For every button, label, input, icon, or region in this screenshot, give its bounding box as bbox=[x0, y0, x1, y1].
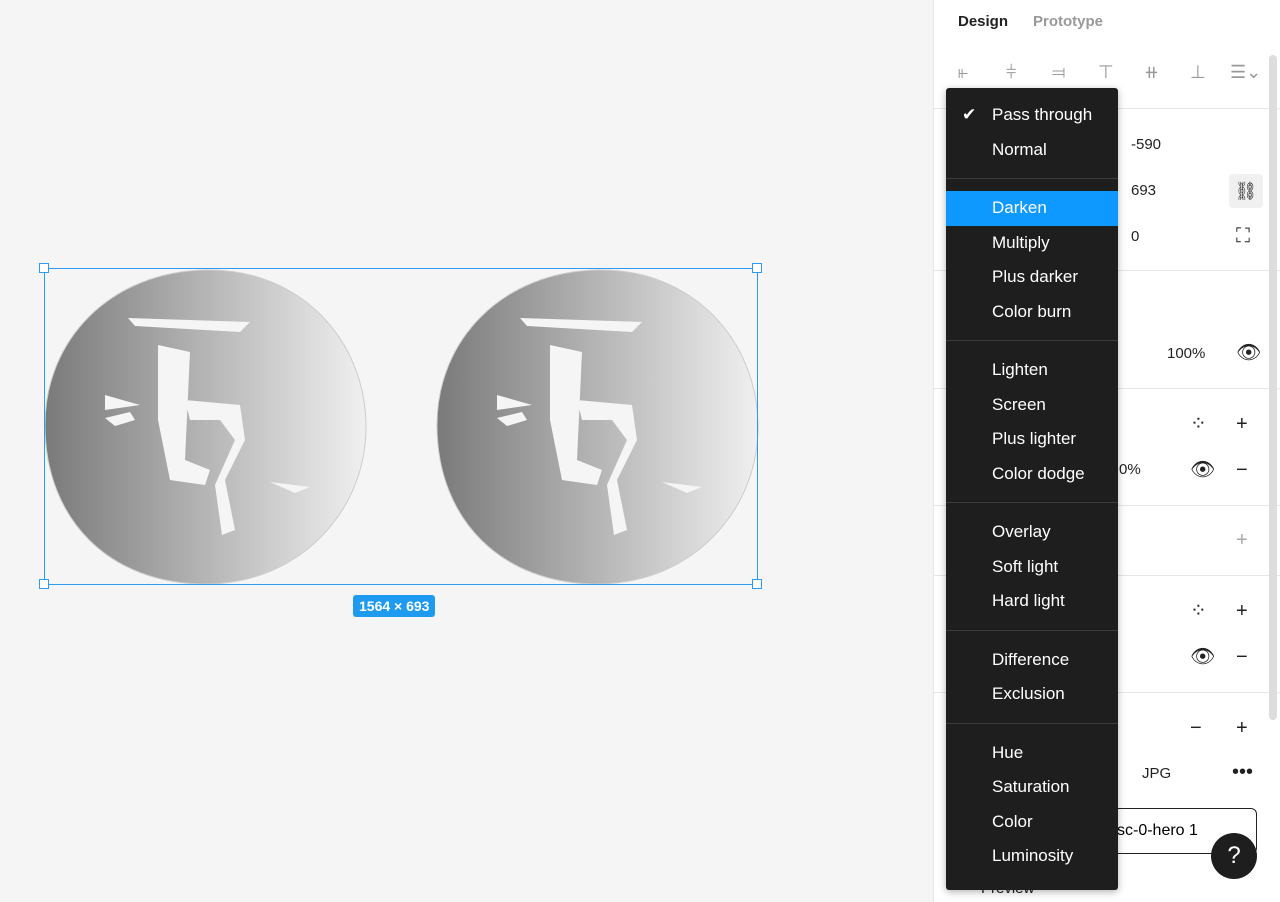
tab-prototype[interactable]: Prototype bbox=[1033, 13, 1103, 30]
menu-separator bbox=[946, 340, 1118, 341]
layer-opacity-field[interactable]: 100% bbox=[1167, 345, 1205, 362]
menu-item-lighten[interactable]: Lighten bbox=[946, 353, 1118, 388]
menu-separator bbox=[946, 629, 1118, 631]
menu-item-label: Hue bbox=[992, 742, 1024, 762]
menu-item-hard-light[interactable]: Hard light bbox=[946, 584, 1118, 619]
menu-item-label: Exclusion bbox=[992, 684, 1065, 703]
menu-separator bbox=[946, 178, 1118, 179]
menu-separator bbox=[946, 722, 1118, 724]
menu-item-label: Lighten bbox=[992, 360, 1048, 379]
clip-content-icon[interactable]: ⛶ bbox=[1236, 226, 1250, 246]
menu-item-label: Color burn bbox=[992, 301, 1072, 321]
menu-item-darken[interactable]: Darken bbox=[946, 191, 1118, 226]
resize-handle[interactable] bbox=[39, 579, 49, 589]
menu-item-color-dodge[interactable]: Color dodge bbox=[946, 457, 1118, 492]
align-top-icon[interactable]: ⊤ bbox=[1098, 62, 1114, 83]
resize-handle[interactable] bbox=[752, 579, 762, 589]
resize-handle[interactable] bbox=[752, 263, 762, 273]
add-effect-icon[interactable]: + bbox=[1236, 601, 1248, 621]
remove-fill-icon[interactable]: − bbox=[1236, 460, 1248, 480]
menu-item-normal[interactable]: Normal bbox=[946, 133, 1118, 168]
menu-item-color-burn[interactable]: Color burn bbox=[946, 295, 1118, 330]
height-field[interactable]: 693 bbox=[1131, 182, 1156, 199]
selection-box[interactable] bbox=[44, 268, 758, 585]
menu-item-difference[interactable]: Difference bbox=[946, 643, 1118, 678]
align-right-icon[interactable]: ⫤ bbox=[1052, 62, 1066, 83]
canvas[interactable]: 1564 × 693 bbox=[0, 0, 933, 902]
menu-item-plus-lighter[interactable]: Plus lighter bbox=[946, 422, 1118, 457]
y-field[interactable]: -590 bbox=[1131, 136, 1161, 153]
align-center-h-icon[interactable]: ⫩ bbox=[1006, 62, 1016, 83]
menu-item-label: Saturation bbox=[992, 777, 1070, 796]
menu-item-label: Color bbox=[992, 811, 1033, 831]
tab-design[interactable]: Design bbox=[958, 13, 1008, 30]
selection-size-badge: 1564 × 693 bbox=[353, 595, 436, 617]
scrollbar[interactable] bbox=[1269, 55, 1277, 720]
eye-icon[interactable]: 👁 bbox=[1190, 647, 1215, 667]
export-format-select[interactable]: JPG bbox=[1142, 765, 1171, 782]
menu-item-luminosity[interactable]: Luminosity bbox=[946, 839, 1118, 874]
menu-item-label: Hard light bbox=[992, 591, 1065, 610]
checkmark-icon: ✔ bbox=[962, 105, 977, 124]
menu-item-plus-darker[interactable]: Plus darker bbox=[946, 260, 1118, 295]
remove-effect-icon[interactable]: − bbox=[1236, 647, 1248, 667]
menu-item-label: Normal bbox=[992, 139, 1047, 159]
menu-item-label: Color dodge bbox=[992, 463, 1085, 483]
menu-item-label: Difference bbox=[992, 649, 1070, 669]
menu-item-label: Overlay bbox=[992, 522, 1051, 541]
menu-item-label: Multiply bbox=[992, 232, 1050, 252]
rotation-field[interactable]: 0 bbox=[1131, 228, 1139, 245]
add-export-icon[interactable]: + bbox=[1236, 718, 1248, 738]
menu-item-label: Luminosity bbox=[992, 846, 1074, 865]
menu-item-exclusion[interactable]: Exclusion bbox=[946, 677, 1118, 712]
menu-item-label: Soft light bbox=[992, 556, 1059, 576]
align-middle-v-icon[interactable]: ⧺ bbox=[1144, 62, 1159, 83]
blend-mode-menu: ✔ Pass through Normal Darken Multiply Plus da… bbox=[946, 88, 1118, 890]
styles-grid-icon[interactable]: ⁘ bbox=[1190, 601, 1207, 621]
menu-item-multiply[interactable]: Multiply bbox=[946, 226, 1118, 261]
eye-icon[interactable]: 👁 bbox=[1236, 343, 1261, 363]
more-options-icon[interactable]: ••• bbox=[1232, 762, 1253, 782]
styles-grid-icon[interactable]: ⁘ bbox=[1190, 414, 1207, 434]
menu-item-label: Pass through bbox=[992, 105, 1093, 124]
menu-item-label: Plus darker bbox=[992, 267, 1078, 286]
resize-handle[interactable] bbox=[39, 263, 49, 273]
menu-item-label: Darken bbox=[992, 198, 1047, 217]
menu-item-hue[interactable]: Hue bbox=[946, 736, 1118, 771]
menu-item-soft-light[interactable]: Soft light bbox=[946, 550, 1118, 585]
fill-opacity-field[interactable]: 0% bbox=[1119, 461, 1141, 478]
menu-item-color[interactable]: Color bbox=[946, 805, 1118, 840]
menu-item-pass-through[interactable]: ✔ Pass through bbox=[946, 98, 1118, 133]
distribute-icon[interactable]: ☰⌄ bbox=[1230, 62, 1261, 83]
eye-icon[interactable]: 👁 bbox=[1190, 460, 1215, 480]
menu-item-screen[interactable]: Screen bbox=[946, 388, 1118, 423]
align-bottom-icon[interactable]: ⊥ bbox=[1190, 62, 1206, 83]
menu-separator bbox=[946, 502, 1118, 503]
add-stroke-icon[interactable]: + bbox=[1236, 530, 1248, 550]
menu-item-label: Screen bbox=[992, 394, 1046, 414]
add-fill-icon[interactable]: + bbox=[1236, 414, 1248, 434]
menu-item-label: Plus lighter bbox=[992, 429, 1077, 448]
menu-item-saturation[interactable]: Saturation bbox=[946, 770, 1118, 805]
help-button[interactable]: ? bbox=[1211, 833, 1257, 879]
menu-item-overlay[interactable]: Overlay bbox=[946, 515, 1118, 550]
constrain-proportions-icon[interactable]: ⛓ bbox=[1229, 174, 1263, 208]
remove-export-icon[interactable]: − bbox=[1190, 718, 1202, 738]
align-left-icon[interactable]: ⫦ bbox=[958, 62, 968, 83]
